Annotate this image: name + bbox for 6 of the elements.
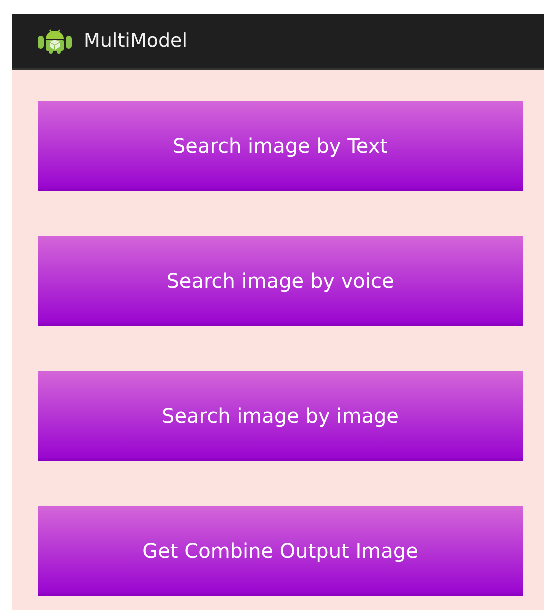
- android-robot-icon: [38, 28, 72, 54]
- menu-button[interactable]: Search image by Text: [38, 101, 523, 191]
- menu-button[interactable]: Search image by image: [38, 371, 523, 461]
- app-title: MultiModel: [84, 30, 188, 52]
- menu-button[interactable]: Search image by voice: [38, 236, 523, 326]
- menu-button[interactable]: Get Combine Output Image: [38, 506, 523, 596]
